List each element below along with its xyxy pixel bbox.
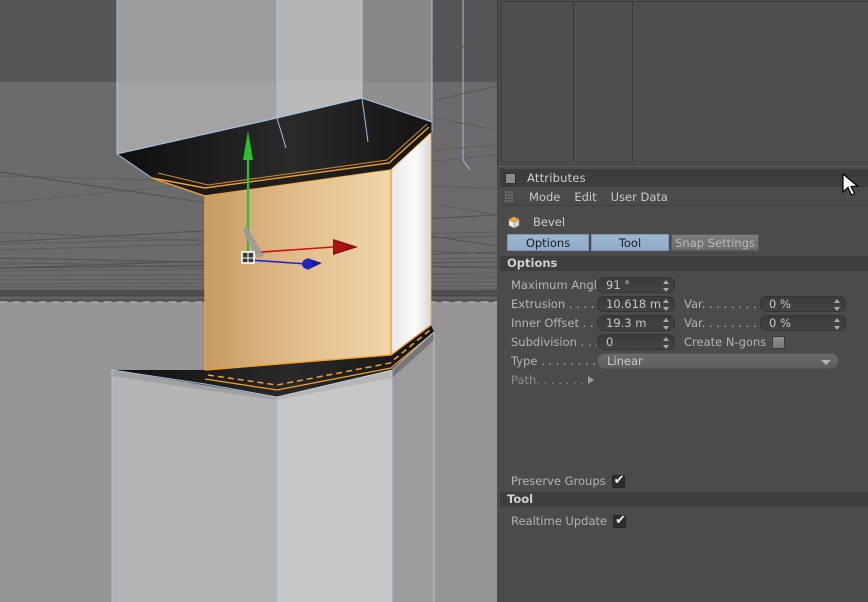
spinner-icon[interactable] [663, 299, 670, 311]
checkbox-realtime-update[interactable] [613, 515, 626, 528]
checkbox-preserve-groups[interactable] [612, 475, 625, 488]
label-extrusion: Extrusion . . . . . . . [500, 297, 597, 311]
attributes-titlebar: Attributes [500, 169, 868, 187]
spinner-icon[interactable] [663, 280, 670, 292]
section-header-options: Options [500, 256, 868, 271]
value-extrusion: 10.618 m [598, 297, 661, 311]
value-inner-offset: 19.3 m [598, 316, 646, 330]
label-path: Path. . . . . . . . . . [500, 373, 588, 387]
label-type: Type . . . . . . . . . . [500, 354, 597, 368]
label-inner-offset-var: Var. . . . . . . . . . [675, 316, 760, 330]
cinema4d-window: Attributes Mode Edit User Data Bevel Opt… [0, 0, 868, 602]
label-maximum-angle: Maximum Angle [500, 278, 597, 292]
viewport-scene [0, 0, 497, 602]
panel-square-icon[interactable] [505, 173, 516, 184]
triangle-right-icon[interactable] [588, 376, 594, 384]
spinner-icon[interactable] [834, 318, 841, 330]
active-object-name: Bevel [533, 215, 565, 229]
field-inner-offset-var[interactable]: 0 % [760, 315, 846, 331]
object-manager-panel[interactable] [497, 0, 868, 166]
panel-title: Attributes [527, 171, 586, 185]
bevel-cube-icon [506, 214, 522, 230]
label-preserve-groups: Preserve Groups [500, 474, 606, 488]
column-separator[interactable] [632, 2, 633, 161]
active-object-row[interactable]: Bevel [500, 211, 868, 233]
row-inner-offset: Inner Offset . . . . 19.3 m Var. . . . .… [500, 314, 868, 332]
row-preserve-groups: Preserve Groups [500, 472, 868, 490]
value-inner-offset-var: 0 % [761, 316, 791, 330]
attribute-tabs: Options Tool Snap Settings [507, 234, 759, 251]
row-realtime-update: Realtime Update [500, 512, 868, 530]
value-type: Linear [598, 354, 643, 368]
chevron-down-icon[interactable] [821, 360, 831, 365]
tab-snap-settings[interactable]: Snap Settings [671, 234, 759, 251]
label-realtime-update: Realtime Update [500, 514, 607, 528]
field-extrusion[interactable]: 10.618 m [597, 296, 675, 312]
label-create-ngons: Create N-gons [675, 335, 766, 349]
row-type: Type . . . . . . . . . . Linear [500, 352, 868, 370]
spinner-icon[interactable] [834, 299, 841, 311]
menu-mode[interactable]: Mode [522, 188, 567, 206]
label-inner-offset: Inner Offset . . . . [500, 316, 597, 330]
dropdown-type[interactable]: Linear [597, 353, 839, 369]
checkbox-create-ngons[interactable] [772, 336, 785, 349]
value-subdivision: 0 [598, 335, 613, 349]
field-extrusion-var[interactable]: 0 % [760, 296, 846, 312]
attributes-manager: Attributes Mode Edit User Data Bevel Opt… [497, 166, 868, 602]
row-maximum-angle: Maximum Angle 91 ° [500, 276, 868, 294]
row-path: Path. . . . . . . . . . [500, 371, 868, 389]
dotted-grip-icon[interactable] [505, 191, 514, 202]
field-maximum-angle[interactable]: 91 ° [597, 277, 675, 293]
row-subdivision: Subdivision . . . . 0 Create N-gons [500, 333, 868, 351]
value-maximum-angle: 91 ° [598, 278, 630, 292]
tab-tool[interactable]: Tool [591, 234, 669, 251]
object-manager-list[interactable] [501, 1, 868, 161]
section-header-tool: Tool [500, 492, 868, 507]
field-subdivision[interactable]: 0 [597, 334, 675, 350]
attributes-menubar: Mode Edit User Data [500, 188, 868, 206]
spinner-icon[interactable] [663, 337, 670, 349]
menu-user-data[interactable]: User Data [604, 188, 675, 206]
tab-options[interactable]: Options [507, 234, 589, 251]
3d-viewport[interactable] [0, 0, 497, 602]
value-extrusion-var: 0 % [761, 297, 791, 311]
row-extrusion: Extrusion . . . . . . . 10.618 m Var. . … [500, 295, 868, 313]
column-separator[interactable] [573, 2, 574, 161]
label-subdivision: Subdivision . . . . [500, 335, 597, 349]
menu-edit[interactable]: Edit [567, 188, 603, 206]
right-dock: Attributes Mode Edit User Data Bevel Opt… [497, 0, 868, 602]
spinner-icon[interactable] [663, 318, 670, 330]
label-extrusion-var: Var. . . . . . . . . . [675, 297, 760, 311]
field-inner-offset[interactable]: 19.3 m [597, 315, 675, 331]
